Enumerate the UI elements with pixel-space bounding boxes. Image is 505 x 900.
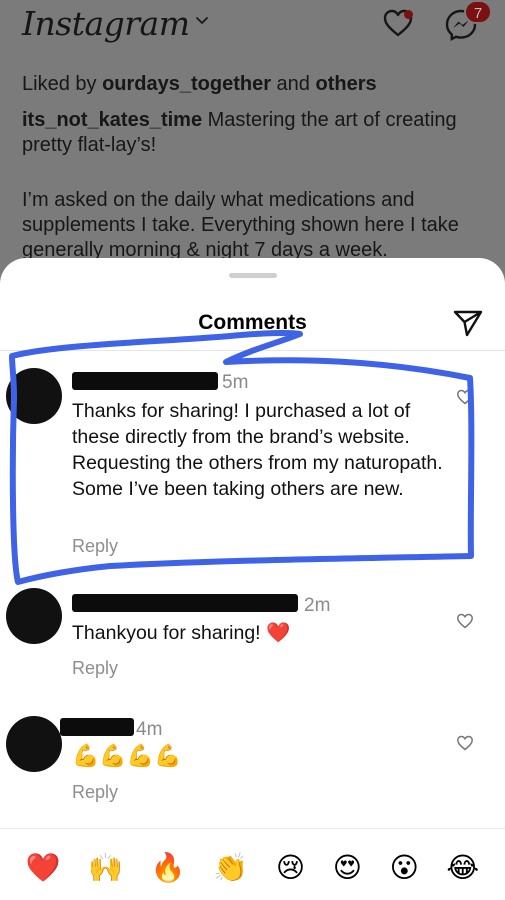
messages-badge: 7 xyxy=(464,0,492,24)
comment-like-heart-icon[interactable] xyxy=(456,612,474,630)
redacted-username xyxy=(72,594,298,612)
sheet-drag-handle[interactable] xyxy=(229,273,277,278)
liked-others-link[interactable]: others xyxy=(315,73,376,95)
reaction-surprised[interactable]: 😮 xyxy=(390,848,419,888)
comment-text: 💪💪💪💪 xyxy=(72,744,182,769)
reaction-crying[interactable]: 😢 xyxy=(276,848,305,888)
commenter-avatar[interactable] xyxy=(6,716,62,772)
caption-more-text: I’m asked on the daily what medications … xyxy=(22,189,459,261)
redacted-username xyxy=(60,718,134,736)
post-background: Instagram 7 Liked by ourdays_together an… xyxy=(0,0,505,300)
chevron-down-icon[interactable] xyxy=(194,13,210,29)
reaction-raised-hands[interactable]: 🙌 xyxy=(88,848,123,888)
sheet-title: Comments xyxy=(198,311,307,334)
quick-reactions-bar: ❤️ 🙌 🔥 👏 😢 😍 😮 😂 xyxy=(0,844,505,892)
commenter-avatar[interactable] xyxy=(6,368,62,424)
comment-timestamp: 4m xyxy=(136,719,163,740)
share-icon[interactable] xyxy=(452,308,484,338)
comment-item: 5m Thanks for sharing! I purchased a lot… xyxy=(0,360,505,560)
comment-timestamp: 2m xyxy=(304,595,331,616)
reaction-heart-eyes[interactable]: 😍 xyxy=(333,848,362,888)
reply-button[interactable]: Reply xyxy=(72,536,118,557)
comment-item: 2m Thankyou for sharing! ❤️ Reply xyxy=(0,584,505,694)
reaction-clap[interactable]: 👏 xyxy=(213,848,248,888)
header-divider xyxy=(0,350,505,351)
comments-sheet: Comments 5m Thanks for sharing! I purcha… xyxy=(0,258,505,900)
reaction-heart[interactable]: ❤️ xyxy=(26,848,61,888)
reply-button[interactable]: Reply xyxy=(72,658,118,679)
reply-button[interactable]: Reply xyxy=(72,782,118,803)
reaction-laughing[interactable]: 😂 xyxy=(446,848,479,888)
comment-like-heart-icon[interactable] xyxy=(456,388,474,406)
reactions-divider xyxy=(0,828,505,829)
instagram-logo[interactable]: Instagram xyxy=(22,4,190,43)
liked-mid: and xyxy=(271,73,316,95)
comment-like-heart-icon[interactable] xyxy=(456,734,474,752)
caption-username[interactable]: its_not_kates_time xyxy=(22,109,202,131)
reaction-fire[interactable]: 🔥 xyxy=(151,848,186,888)
liked-user-link[interactable]: ourdays_together xyxy=(102,73,271,95)
post-caption: its_not_kates_time Mastering the art of … xyxy=(22,108,482,158)
commenter-avatar[interactable] xyxy=(6,588,62,644)
comment-timestamp: 5m xyxy=(222,372,249,393)
comment-text: Thankyou for sharing! xyxy=(72,622,267,644)
comment-item: 4m 💪💪💪💪 Reply xyxy=(0,708,505,818)
redacted-username xyxy=(72,372,218,390)
liked-prefix: Liked by xyxy=(22,73,103,95)
comment-text-line: Thankyou for sharing! ❤️ xyxy=(72,620,444,646)
comment-text: Thanks for sharing! I purchased a lot of… xyxy=(72,400,443,500)
red-heart-emoji: ❤️ xyxy=(266,621,291,644)
notification-dot xyxy=(404,10,413,19)
liked-by-line: Liked by ourdays_together and others xyxy=(22,73,377,96)
